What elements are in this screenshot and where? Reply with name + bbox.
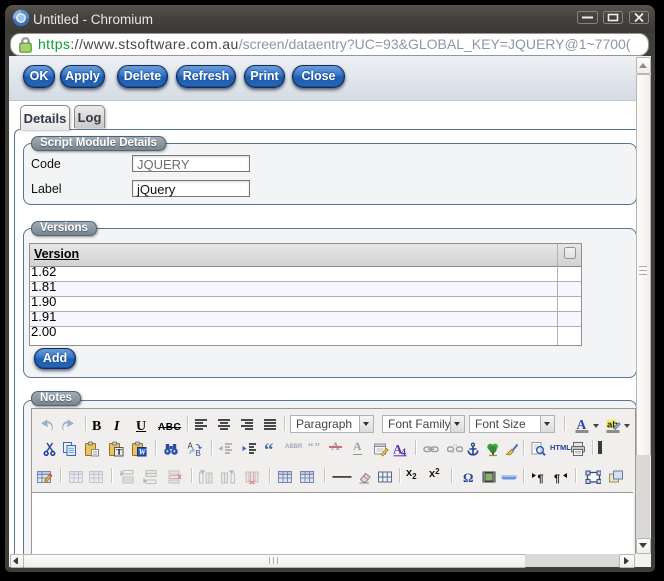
svg-text:¶: ¶ bbox=[538, 473, 544, 485]
svg-text:A: A bbox=[577, 417, 587, 432]
svg-text:¶: ¶ bbox=[554, 473, 560, 485]
svg-text:“: “ bbox=[264, 441, 274, 457]
svg-text:T: T bbox=[116, 446, 122, 456]
svg-text:B: B bbox=[196, 449, 201, 457]
svg-text:Ω: Ω bbox=[463, 470, 473, 485]
svg-text:W: W bbox=[139, 447, 147, 456]
